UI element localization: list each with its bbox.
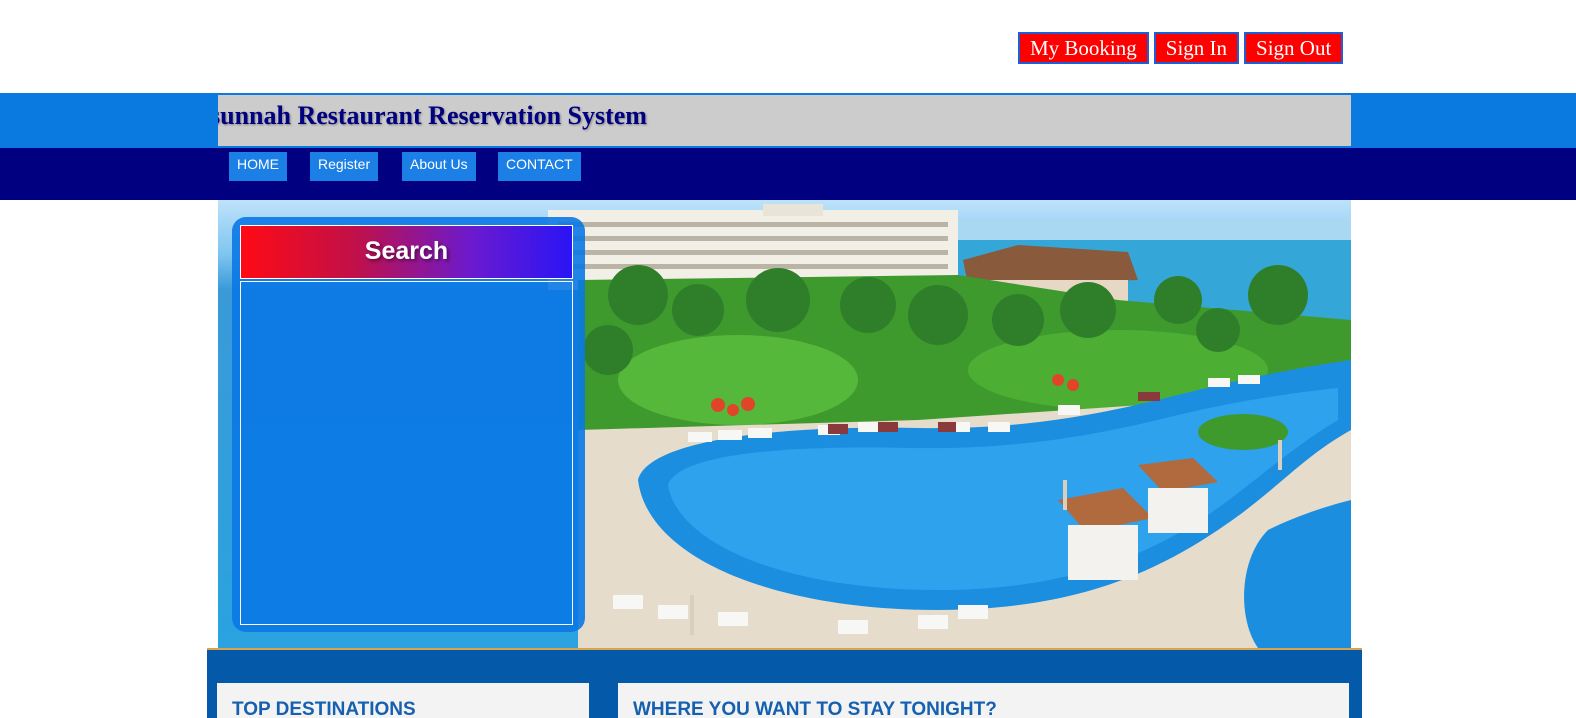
nav-item-register[interactable]: Register (310, 152, 379, 181)
stay-tonight-title: WHERE YOU WANT TO STAY TONIGHT? (633, 699, 997, 718)
main-nav: HOME Register About Us CONTACT (0, 148, 1576, 200)
search-panel: Search (232, 217, 585, 632)
nav-item-about-us[interactable]: About Us (402, 152, 476, 181)
my-booking-button[interactable]: My Booking (1018, 32, 1149, 64)
account-actions: My Booking Sign In Sign Out (1018, 32, 1344, 64)
title-box: sunnah Restaurant Reservation System (218, 95, 1351, 146)
site-title: sunnah Restaurant Reservation System (218, 101, 647, 130)
sign-out-button[interactable]: Sign Out (1244, 32, 1344, 64)
title-band: sunnah Restaurant Reservation System (0, 93, 1576, 148)
search-title: Search (240, 225, 573, 279)
nav-item-home[interactable]: HOME (229, 152, 287, 181)
stay-tonight-box: WHERE YOU WANT TO STAY TONIGHT? (618, 683, 1349, 718)
sign-in-button[interactable]: Sign In (1153, 32, 1240, 64)
top-destinations-title: TOP DESTINATIONS (232, 699, 416, 718)
nav-item-contact[interactable]: CONTACT (498, 152, 581, 181)
search-form-area (240, 281, 573, 625)
top-destinations-box: TOP DESTINATIONS (217, 683, 589, 718)
